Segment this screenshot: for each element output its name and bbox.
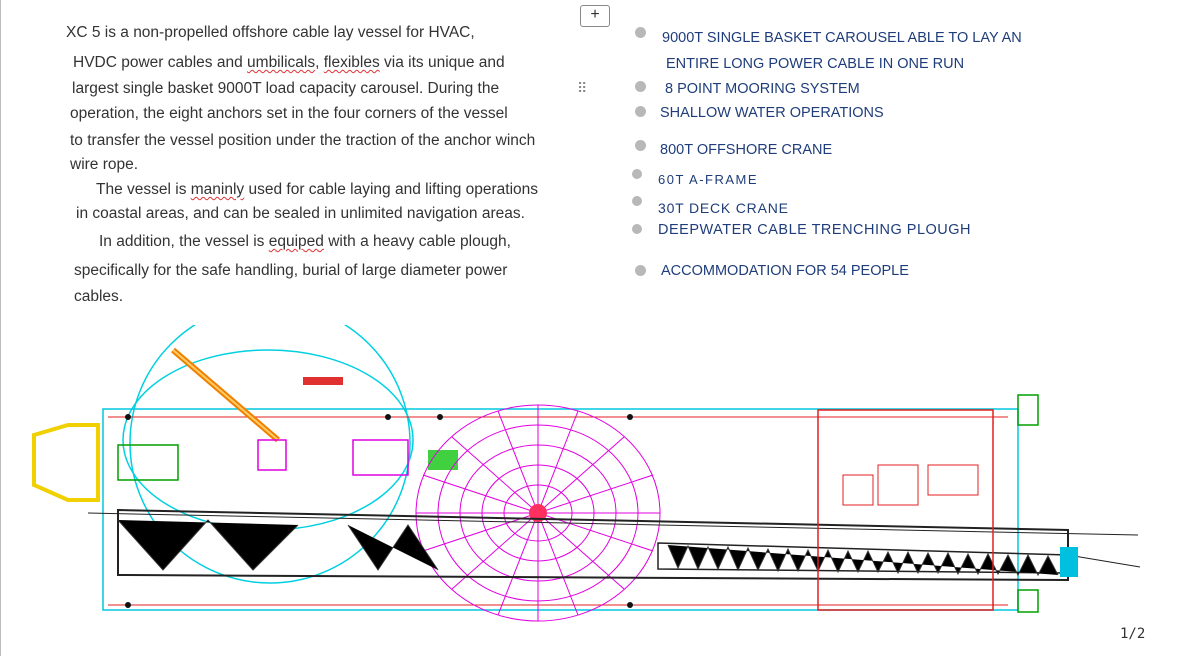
bullet-icon — [632, 196, 642, 206]
vessel-deck-drawing — [32, 325, 1141, 622]
text-line: The vessel is maninly used for cable lay… — [96, 181, 539, 198]
page-left-border — [0, 0, 1, 656]
feature-item: 8 POINT MOORING SYSTEM — [665, 81, 860, 97]
text-line: wire rope. — [70, 156, 139, 173]
feature-item: DEEPWATER CABLE TRENCHING PLOUGH — [658, 222, 972, 238]
spellcheck-word[interactable]: umbilicals — [247, 54, 315, 71]
text-line: specifically for the safe handling, buri… — [74, 262, 508, 279]
feature-item: ACCOMMODATION FOR 54 PEOPLE — [661, 263, 909, 279]
bullet-icon — [635, 265, 646, 276]
spellcheck-word[interactable]: equiped — [269, 233, 324, 250]
add-block-button[interactable]: + — [580, 5, 610, 27]
spellcheck-word[interactable]: maninly — [191, 181, 244, 198]
text-line: cables. — [74, 288, 124, 305]
feature-item: 60T A-FRAME — [658, 172, 759, 187]
text-line: operation, the eight anchors set in the … — [70, 105, 508, 122]
text-line: HVDC power cables and umbilicals, flexib… — [73, 54, 505, 71]
feature-item-cont: ENTIRE LONG POWER CABLE IN ONE RUN — [666, 56, 965, 70]
bullet-icon — [635, 27, 646, 38]
text-line: to transfer the vessel position under th… — [70, 132, 536, 149]
feature-item: SHALLOW WATER OPERATIONS — [660, 105, 884, 121]
text-line: XC 5 is a non-propelled offshore cable l… — [66, 24, 475, 41]
plus-icon: + — [590, 6, 600, 23]
feature-item: 800T OFFSHORE CRANE — [660, 142, 833, 158]
bullet-icon — [635, 81, 646, 92]
text-line: largest single basket 9000T load capacit… — [72, 80, 500, 97]
bullet-icon — [632, 169, 642, 179]
feature-item: 30T DECK CRANE — [658, 200, 789, 216]
bullet-icon — [635, 140, 646, 151]
text-line: in coastal areas, and can be sealed in u… — [76, 205, 525, 222]
page-number: 1/2 — [1120, 626, 1146, 642]
bullet-icon — [635, 106, 646, 117]
text-line: In addition, the vessel is equiped with … — [99, 233, 511, 250]
spellcheck-word[interactable]: flexibles — [324, 54, 380, 71]
drag-handle-icon[interactable]: ⠿ — [577, 80, 587, 97]
feature-item: 9000T SINGLE BASKET CAROUSEL ABLE TO LAY… — [662, 30, 1022, 46]
bullet-icon — [632, 224, 642, 234]
